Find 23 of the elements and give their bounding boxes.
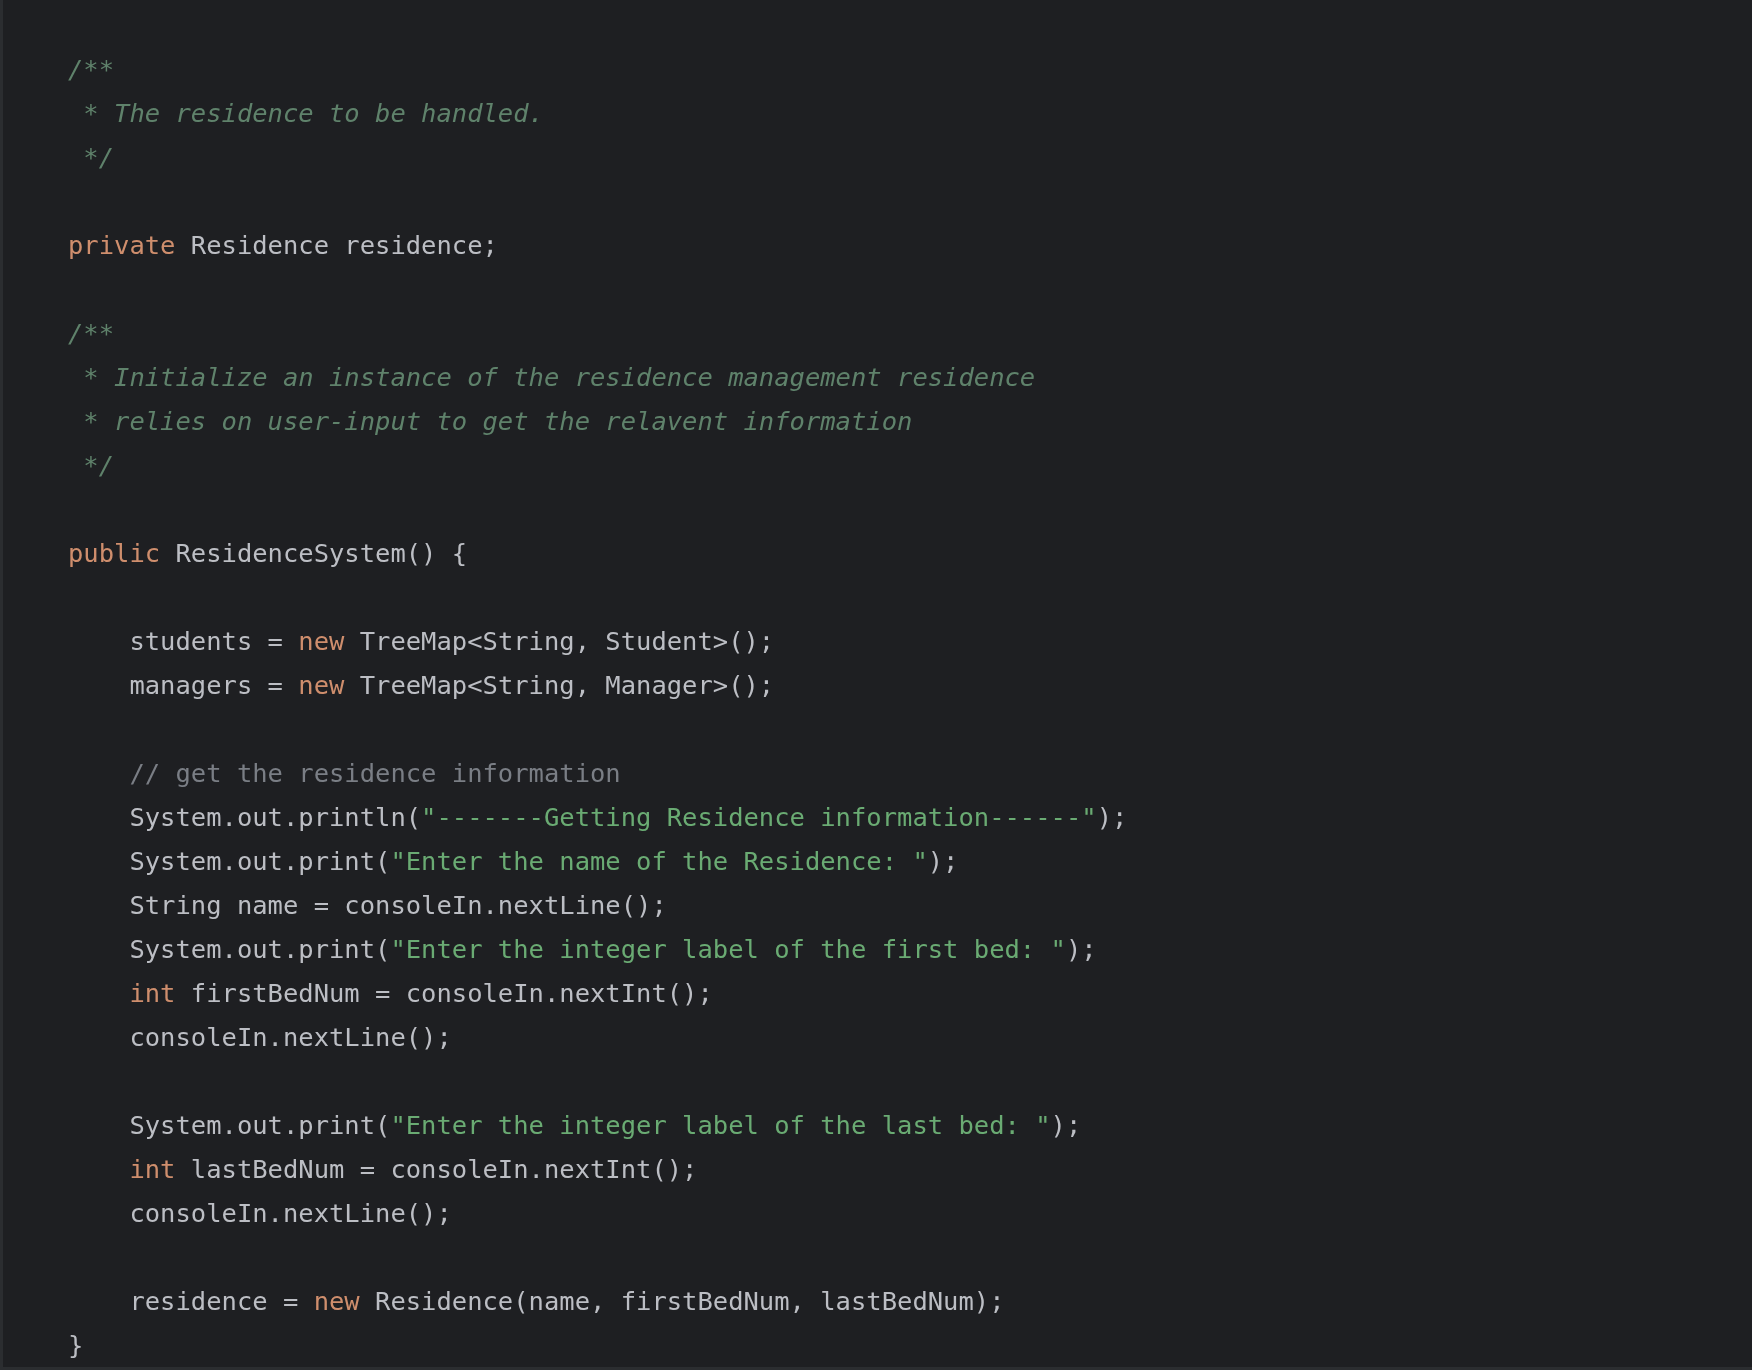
code-line: int firstBedNum = consoleIn.nextInt(); <box>128 977 713 1010</box>
code-line: int lastBedNum = consoleIn.nextInt(); <box>128 1153 698 1186</box>
code-line: String name = consoleIn.nextLine(); <box>128 889 667 922</box>
code-line: */ <box>82 141 115 174</box>
code-line: System.out.print("Enter the name of the Residence: "); <box>128 845 959 878</box>
code-line: residence = new Residence(name, firstBedNum, lastBedNum); <box>128 1285 1005 1318</box>
code-line: public ResidenceSystem() { <box>68 537 468 570</box>
code-line: } <box>68 1329 84 1362</box>
code-line: * Initialize an instance of the residence management residence <box>82 361 1036 394</box>
code-line: private Residence residence; <box>68 229 498 262</box>
code-line: /** <box>68 53 115 86</box>
code-line: students = new TreeMap<String, Student>(); <box>128 625 775 658</box>
code-line: */ <box>82 449 115 482</box>
code-line: * relies on user-input to get the relavent information <box>82 405 913 438</box>
code-line: /** <box>68 317 115 350</box>
code-line: consoleIn.nextLine(); <box>128 1197 452 1230</box>
code-line: managers = new TreeMap<String, Manager>(); <box>128 669 775 702</box>
code-line: consoleIn.nextLine(); <box>128 1021 452 1054</box>
code-line: System.out.print("Enter the integer label of the last bed: "); <box>128 1109 1082 1142</box>
code-line: // get the residence information <box>128 757 621 790</box>
code-line: System.out.println("-------Getting Residence information------"); <box>128 801 1128 834</box>
code-line: * The residence to be handled. <box>82 97 544 130</box>
code-line: System.out.print("Enter the integer label of the first bed: "); <box>128 933 1097 966</box>
